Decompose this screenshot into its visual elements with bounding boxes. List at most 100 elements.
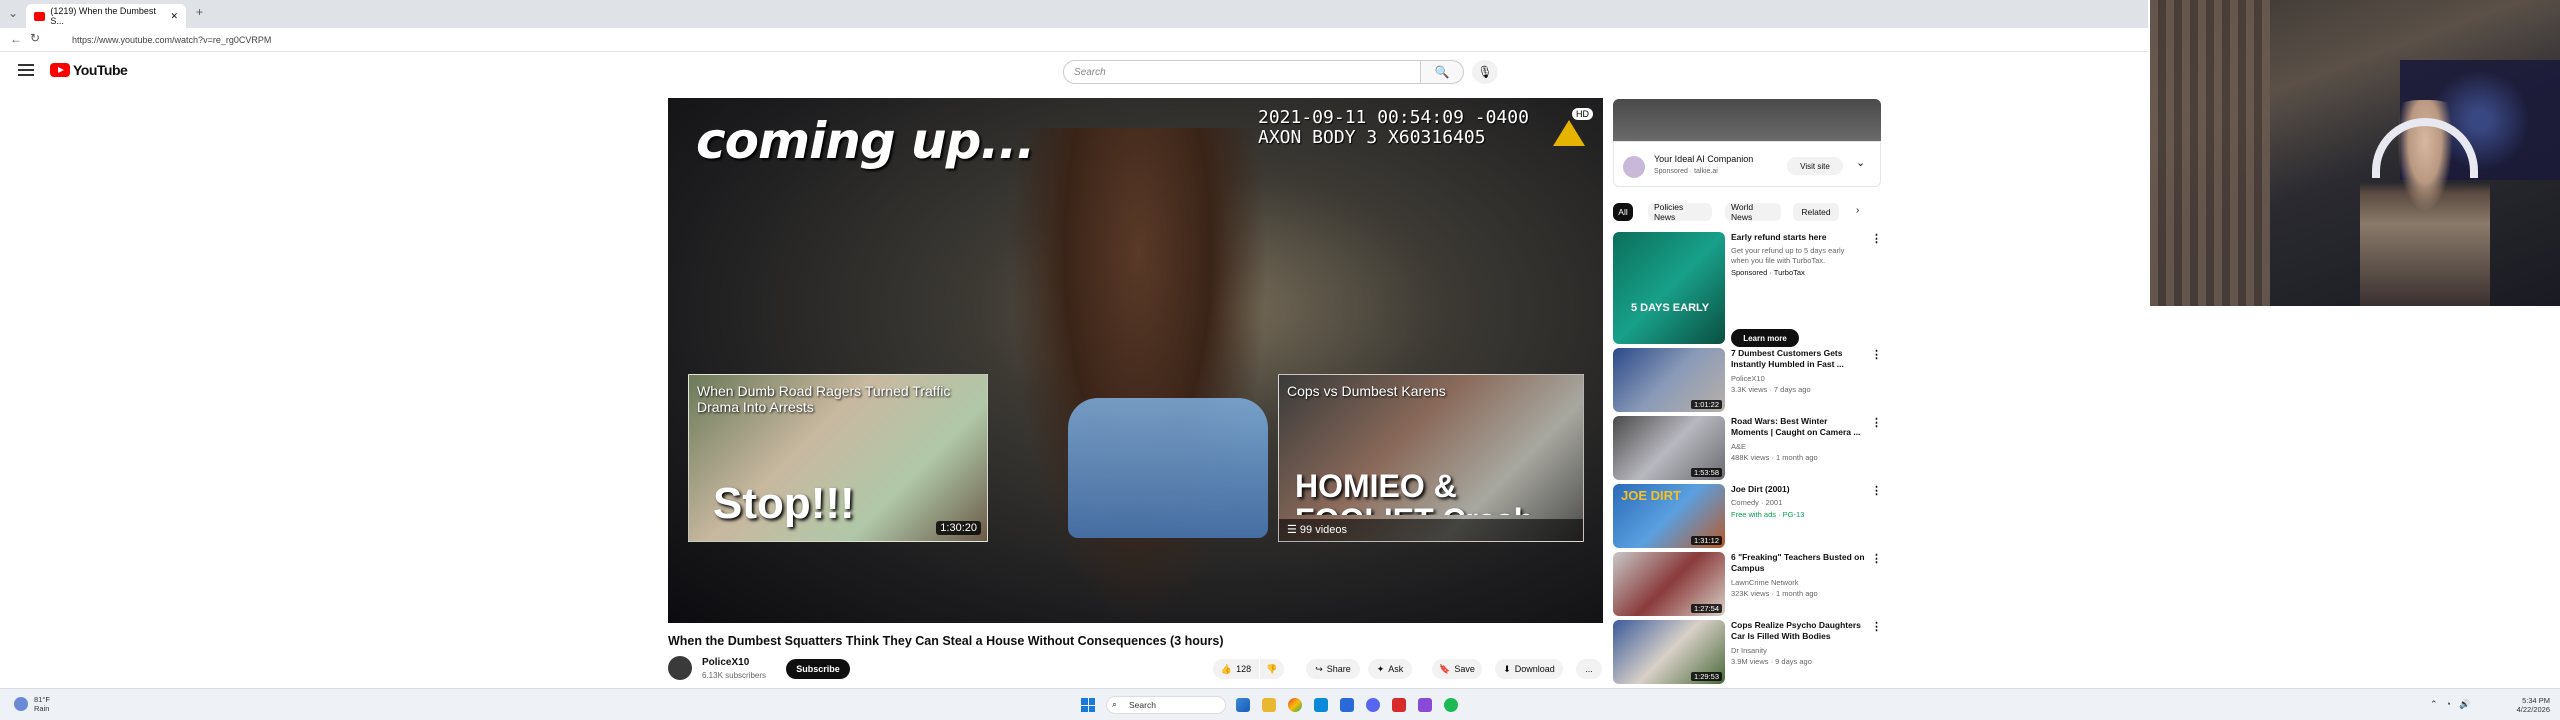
subscriber-count: 6.13K subscribers xyxy=(702,671,767,680)
store-icon[interactable] xyxy=(1340,698,1354,712)
search-input[interactable]: Search xyxy=(1063,60,1421,84)
edge-icon[interactable] xyxy=(1314,698,1328,712)
taskbar-search[interactable]: Search xyxy=(1106,696,1226,714)
chip-world-news[interactable]: World News xyxy=(1725,202,1781,222)
rec-title[interactable]: 6 "Freaking" Teachers Busted on Campus xyxy=(1731,552,1867,574)
rec-thumbnail[interactable]: JOE DIRT 1:31:12 xyxy=(1613,484,1725,548)
visit-site-button[interactable]: Visit site xyxy=(1787,157,1843,175)
youtube-logo[interactable]: YouTube xyxy=(50,62,128,78)
rec-thumbnail[interactable]: 1:01:22 xyxy=(1613,348,1725,412)
webcam-curtain xyxy=(2150,0,2270,306)
close-tab-icon[interactable]: ✕ xyxy=(170,11,178,22)
rec-thumbnail[interactable]: 5 DAYS EARLY xyxy=(1613,232,1725,344)
rec-stats: 3.9M views · 9 days ago xyxy=(1731,657,1812,666)
youtube-favicon-icon xyxy=(34,11,46,21)
endcard-video[interactable]: When Dumb Road Ragers Turned Traffic Dra… xyxy=(688,374,988,542)
rec-title[interactable]: Road Wars: Best Winter Moments | Caught … xyxy=(1731,416,1867,438)
recommendation-item[interactable]: 1:53:58 Road Wars: Best Winter Moments |… xyxy=(1613,416,1882,480)
chip-all[interactable]: All xyxy=(1613,203,1633,221)
dislike-button[interactable]: 👎 xyxy=(1260,659,1284,679)
ad-banner-image[interactable] xyxy=(1613,99,1881,141)
channel-name[interactable]: PoliceX10 xyxy=(702,657,749,668)
rec-duration: 1:27:54 xyxy=(1690,604,1722,613)
browser-app-icon[interactable] xyxy=(1236,698,1250,712)
file-explorer-icon[interactable] xyxy=(1262,698,1276,712)
more-options-icon[interactable]: ⋮ xyxy=(1871,232,1882,245)
recommendation-item[interactable]: JOE DIRT 1:31:12 Joe Dirt (2001) Comedy … xyxy=(1613,484,1882,548)
download-button[interactable]: ⬇ Download xyxy=(1495,659,1563,679)
rec-channel[interactable]: PoliceX10 xyxy=(1731,374,1765,384)
weather-widget[interactable]: 81°F Rain xyxy=(14,695,50,713)
spotify-icon[interactable] xyxy=(1444,698,1458,712)
ad-info-row: Your Ideal AI Companion Sponsored · talk… xyxy=(1613,141,1881,187)
playlist-icon: ☰ xyxy=(1287,524,1300,536)
rec-title[interactable]: Cops Realize Psycho Daughters Car Is Fil… xyxy=(1731,620,1867,642)
hamburger-menu-icon[interactable] xyxy=(18,64,34,76)
bookmark-icon: 🔖 xyxy=(1439,663,1451,674)
weather-icon xyxy=(14,697,28,711)
chevron-right-icon[interactable]: › xyxy=(1856,205,1859,216)
recommendation-ad[interactable]: 5 DAYS EARLY Early refund starts here Ge… xyxy=(1613,232,1882,347)
video-player[interactable]: coming up... 2021-09-11 00:54:09 -0400 A… xyxy=(668,98,1603,623)
url-field[interactable]: https://www.youtube.com/watch?v=re_rg0CV… xyxy=(50,32,2130,48)
chip-policies-news[interactable]: Policies News xyxy=(1648,202,1712,222)
channel-avatar[interactable] xyxy=(668,656,692,680)
browser-tab[interactable]: (1219) When the Dumbest S... ✕ xyxy=(26,4,186,28)
clock-date: 4/22/2026 xyxy=(2516,705,2550,714)
system-tray[interactable]: ⌃ ◔ 🔊 xyxy=(2430,699,2470,710)
recommendation-item[interactable]: 1:27:54 6 "Freaking" Teachers Busted on … xyxy=(1613,552,1882,616)
more-options-icon[interactable]: ⋮ xyxy=(1871,620,1882,633)
save-button[interactable]: 🔖 Save xyxy=(1432,659,1482,679)
video-subject xyxy=(1008,128,1268,623)
rec-channel[interactable]: A&E xyxy=(1731,442,1746,452)
more-actions-button[interactable]: ... xyxy=(1576,659,1602,679)
more-options-icon[interactable]: ⋮ xyxy=(1871,552,1882,565)
rec-title[interactable]: 7 Dumbest Customers Gets Instantly Humbl… xyxy=(1731,348,1867,370)
app-icon-purple[interactable] xyxy=(1418,698,1432,712)
weather-condition: Rain xyxy=(34,704,50,713)
share-button[interactable]: ↪ Share xyxy=(1306,659,1360,679)
rec-title[interactable]: Early refund starts here xyxy=(1731,232,1867,243)
chevron-down-icon[interactable]: ⌄ xyxy=(1856,156,1865,169)
app-icon-red[interactable] xyxy=(1392,698,1406,712)
learn-more-button[interactable]: Learn more xyxy=(1731,329,1799,347)
voice-search-button[interactable]: 🎙 xyxy=(1472,60,1498,84)
rec-thumbnail[interactable]: 1:53:58 xyxy=(1613,416,1725,480)
chrome-icon[interactable] xyxy=(1288,698,1302,712)
new-tab-button[interactable]: + xyxy=(196,5,203,19)
more-options-icon[interactable]: ⋮ xyxy=(1871,484,1882,497)
wifi-icon[interactable]: ◔ xyxy=(2446,699,2451,710)
tab-menu-icon[interactable]: ⌄ xyxy=(8,6,18,20)
like-button[interactable]: 👍 128 xyxy=(1213,659,1259,679)
youtube-logo-text: YouTube xyxy=(73,62,128,78)
back-icon[interactable]: ← xyxy=(10,32,22,46)
more-options-icon[interactable]: ⋮ xyxy=(1871,416,1882,429)
more-options-icon[interactable]: ⋮ xyxy=(1871,348,1882,361)
chip-related[interactable]: Related xyxy=(1793,203,1839,221)
reload-icon[interactable]: ↻ xyxy=(30,31,40,45)
subscribe-button[interactable]: Subscribe xyxy=(786,659,850,679)
volume-icon[interactable]: 🔊 xyxy=(2459,699,2470,710)
chevron-up-icon[interactable]: ⌃ xyxy=(2430,699,2438,710)
share-icon: ↪ xyxy=(1315,663,1323,674)
rec-title[interactable]: Joe Dirt (2001) xyxy=(1731,484,1867,495)
rec-duration: 1:31:12 xyxy=(1690,536,1722,545)
rec-channel[interactable]: Dr Insanity xyxy=(1731,646,1767,656)
rec-thumbnail[interactable]: 1:29:53 xyxy=(1613,620,1725,684)
rec-thumbnail[interactable]: 1:27:54 xyxy=(1613,552,1725,616)
search-button[interactable]: 🔍 xyxy=(1420,60,1464,84)
windows-start-icon[interactable] xyxy=(1081,698,1095,712)
ad-title[interactable]: Your Ideal AI Companion xyxy=(1654,154,1753,164)
endcard-playlist[interactable]: Cops vs Dumbest Karens HOMIEO & FOOLIET … xyxy=(1278,374,1584,542)
clock[interactable]: 5:34 PM 4/22/2026 xyxy=(2517,696,2550,714)
microphone-icon: 🎙 xyxy=(1477,65,1493,79)
save-label: Save xyxy=(1454,664,1475,674)
rec-thumb-text: 5 DAYS EARLY xyxy=(1631,302,1710,314)
recommendation-item[interactable]: 1:29:53 Cops Realize Psycho Daughters Ca… xyxy=(1613,620,1882,684)
rec-desc-1: Get your refund up to 5 days early xyxy=(1731,246,1845,255)
ad-sponsored: Sponsored · talkie.ai xyxy=(1654,168,1718,175)
discord-icon[interactable] xyxy=(1366,698,1380,712)
rec-channel[interactable]: LawnCrime Network xyxy=(1731,578,1799,588)
ask-button[interactable]: ✦ Ask xyxy=(1368,659,1412,679)
recommendation-item[interactable]: 1:01:22 7 Dumbest Customers Gets Instant… xyxy=(1613,348,1882,412)
